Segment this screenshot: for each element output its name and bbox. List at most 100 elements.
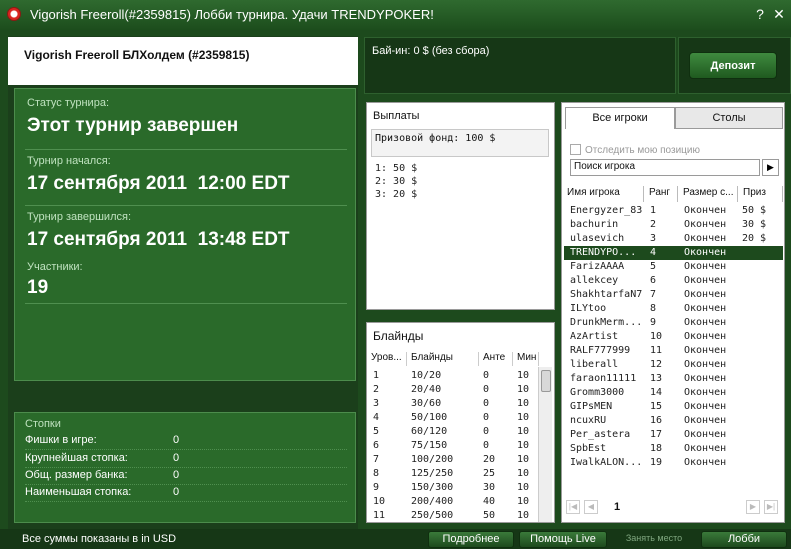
player-cell: 20 $	[742, 233, 767, 244]
player-cell: Окончен	[684, 247, 727, 258]
blinds-row: 3 30/60 0 10	[367, 397, 537, 411]
player-row[interactable]: ShakhtarfaN7 7 Окончен	[564, 288, 783, 302]
blinds-cell: 125/250	[411, 468, 454, 479]
player-row[interactable]: DrunkMerm... 9 Окончен	[564, 316, 783, 330]
player-row[interactable]: Gromm3000 14 Окончен	[564, 386, 783, 400]
live-help-button[interactable]: Помощь Live	[519, 531, 607, 548]
blinds-cell: 0	[483, 440, 490, 451]
player-cell: 13	[650, 373, 663, 384]
player-row[interactable]: SpbEst 18 Окончен	[564, 442, 783, 456]
player-row[interactable]: IwalkALON... 19 Окончен	[564, 456, 783, 470]
players-col-name[interactable]: Имя игрока	[564, 186, 644, 202]
close-icon[interactable]: ✕	[771, 6, 787, 22]
player-cell: Окончен	[684, 317, 727, 328]
player-row[interactable]: ILYtoo 8 Окончен	[564, 302, 783, 316]
participants-value: 19	[27, 277, 49, 298]
started-label: Турнир начался:	[27, 155, 111, 167]
player-cell: 50 $	[742, 205, 767, 216]
player-row[interactable]: liberall 12 Окончен	[564, 358, 783, 372]
blinds-cell: 6	[373, 440, 380, 451]
player-row[interactable]: GIPsMEN 15 Окончен	[564, 400, 783, 414]
blinds-col-min[interactable]: Мин	[515, 352, 539, 366]
player-cell: 19	[650, 457, 663, 468]
blinds-cell: 10	[517, 510, 530, 521]
last-page-icon[interactable]: ▶|	[764, 500, 778, 514]
player-cell: DrunkMerm...	[570, 317, 643, 328]
prev-page-icon[interactable]: ◀	[584, 500, 598, 514]
player-row[interactable]: TRENDYPO... 4 Окончен	[564, 246, 783, 260]
player-cell: Окончен	[684, 303, 727, 314]
blinds-cell: 10	[517, 384, 530, 395]
player-cell: Окончен	[684, 275, 727, 286]
blinds-row: 8 125/250 25 10	[367, 467, 537, 481]
blinds-col-level[interactable]: Уров...	[369, 352, 407, 366]
player-row[interactable]: Per_astera 17 Окончен	[564, 428, 783, 442]
player-cell: Energyzer_83	[570, 205, 643, 216]
first-page-icon[interactable]: |◀	[566, 500, 580, 514]
player-search-input[interactable]: Поиск игрока	[570, 159, 760, 176]
player-row[interactable]: AzArtist 10 Окончен	[564, 330, 783, 344]
blinds-col-ante[interactable]: Анте	[481, 352, 513, 366]
deposit-button[interactable]: Депозит	[689, 52, 777, 79]
more-info-button[interactable]: Подробнее	[428, 531, 514, 548]
player-row[interactable]: allekcey 6 Окончен	[564, 274, 783, 288]
checkbox-icon[interactable]	[570, 144, 581, 155]
blinds-cell: 10	[517, 454, 530, 465]
blinds-cell: 7	[373, 454, 380, 465]
players-col-rank[interactable]: Ранг	[646, 186, 678, 202]
player-cell: TRENDYPO...	[570, 247, 637, 258]
take-seat-button[interactable]: Занять место	[612, 531, 696, 548]
stacks-row-value: 0	[173, 434, 180, 446]
blinds-cell: 5	[373, 426, 380, 437]
blinds-col-blinds[interactable]: Блайнды	[409, 352, 479, 366]
stacks-row-value: 0	[173, 452, 180, 464]
blinds-cell: 0	[483, 426, 490, 437]
blinds-cell: 0	[483, 384, 490, 395]
player-cell: Окончен	[684, 233, 727, 244]
currency-note: Все суммы показаны в in USD	[22, 533, 177, 545]
blinds-row: 10 200/400 40 10	[367, 495, 537, 509]
player-row[interactable]: faraon11111 13 Окончен	[564, 372, 783, 386]
stacks-row-label: Наименьшая стопка:	[25, 486, 132, 498]
player-cell: Окончен	[684, 429, 727, 440]
stacks-row-value: 0	[173, 469, 180, 481]
player-cell: 17	[650, 429, 663, 440]
started-value: 17 сентября 2011 12:00 EDT	[27, 173, 290, 194]
stacks-box: Стопки Фишки в игре: 0 Крупнейшая стопка…	[14, 412, 356, 523]
tab-all-players[interactable]: Все игроки	[565, 107, 675, 129]
blinds-cell: 10	[517, 398, 530, 409]
blinds-scrollbar[interactable]	[538, 367, 552, 522]
stacks-row-label: Общ. размер банка:	[25, 469, 128, 481]
status-value: Этот турнир завершен	[27, 115, 239, 136]
scrollbar-thumb[interactable]	[541, 370, 551, 392]
player-row[interactable]: RALF777999 11 Окончен	[564, 344, 783, 358]
players-col-prize[interactable]: Приз	[740, 186, 783, 202]
help-icon[interactable]: ?	[752, 6, 768, 22]
payouts-title: Выплаты	[373, 110, 420, 122]
blinds-cell: 10	[517, 370, 530, 381]
player-row[interactable]: Energyzer_83 1 Окончен 50 $	[564, 204, 783, 218]
player-cell: Окончен	[684, 289, 727, 300]
search-go-button[interactable]: ▶	[762, 159, 779, 176]
players-col-stack[interactable]: Размер с...	[680, 186, 738, 202]
blinds-cell: 0	[483, 412, 490, 423]
blinds-cell: 25	[483, 468, 496, 479]
players-header: Имя игрока Ранг Размер с... Приз	[564, 186, 783, 202]
blinds-cell: 50/100	[411, 412, 448, 423]
track-position-label: Отследить мою позицию	[585, 145, 700, 156]
blinds-cell: 10	[517, 468, 530, 479]
lobby-button[interactable]: Лобби	[701, 531, 787, 548]
player-cell: 14	[650, 387, 663, 398]
player-row[interactable]: ncuxRU 16 Окончен	[564, 414, 783, 428]
player-cell: 11	[650, 345, 663, 356]
player-row[interactable]: ulasevich 3 Окончен 20 $	[564, 232, 783, 246]
player-cell: SpbEst	[570, 443, 607, 454]
player-row[interactable]: bachurin 2 Окончен 30 $	[564, 218, 783, 232]
stacks-row: Фишки в игре: 0	[25, 433, 347, 450]
blinds-row: 4 50/100 0 10	[367, 411, 537, 425]
player-row[interactable]: FarizAAAA 5 Окончен	[564, 260, 783, 274]
tournament-name: Vigorish Freeroll БЛХолдем (#2359815)	[8, 37, 358, 85]
next-page-icon[interactable]: ▶	[746, 500, 760, 514]
track-position-checkbox[interactable]: Отследить мою позицию	[570, 144, 700, 156]
tab-tables[interactable]: Столы	[675, 107, 783, 129]
